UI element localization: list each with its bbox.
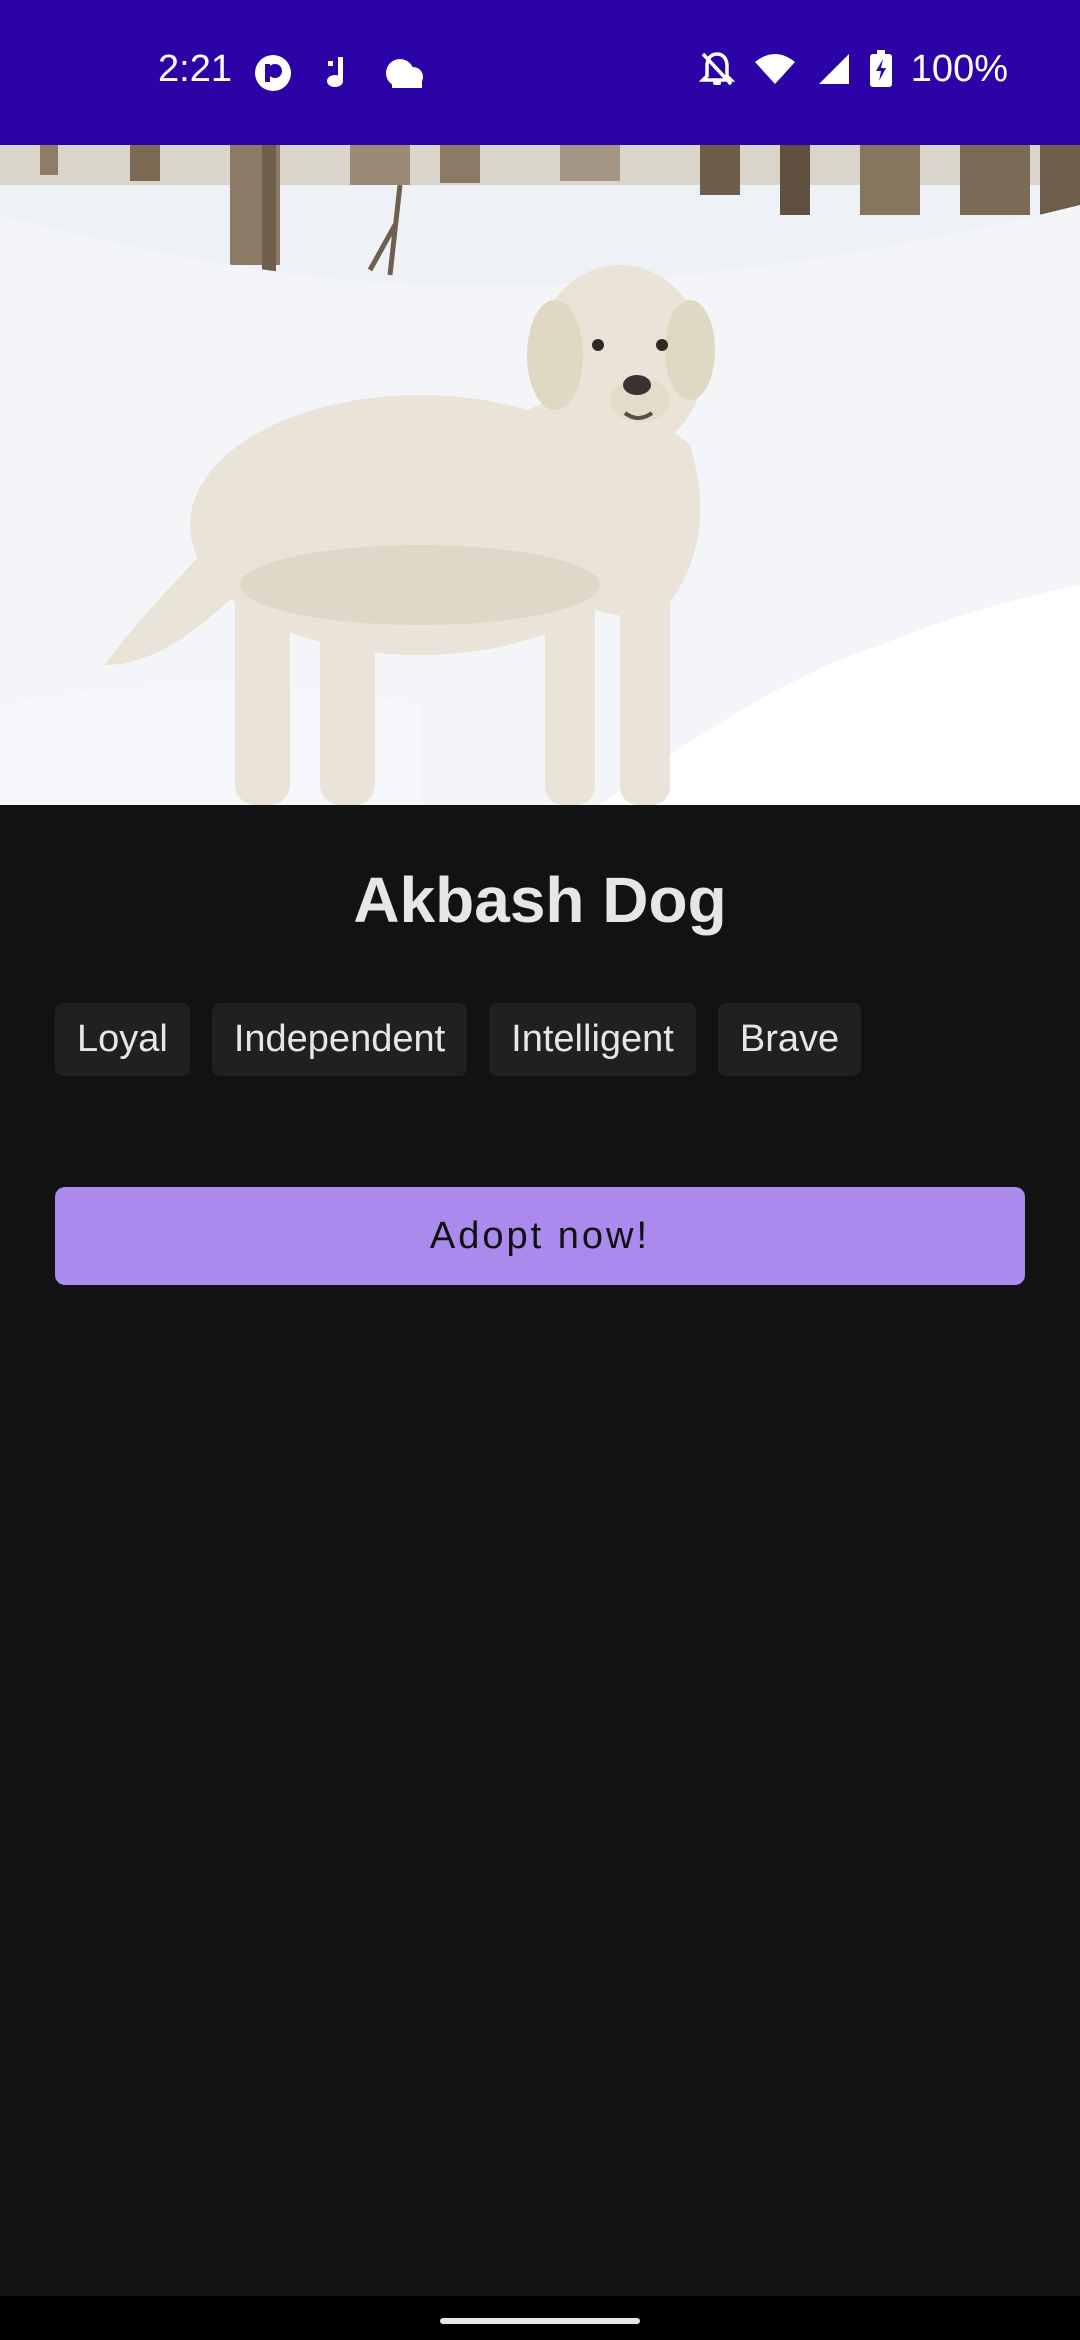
dog-details-screen: 2:21 100% Akbash Dog Loyal Independent I… (0, 0, 1080, 2340)
trait-chips: Loyal Independent Intelligent Brave (55, 1003, 862, 1076)
pocket-casts-icon (254, 54, 292, 92)
status-time: 2:21 (158, 48, 232, 90)
signal-icon (815, 52, 851, 86)
music-note-icon (324, 55, 350, 91)
trait-chip: Intelligent (489, 1003, 696, 1076)
bell-off-icon (698, 50, 735, 88)
cloud-icon (382, 56, 426, 90)
trait-chip: Loyal (55, 1003, 190, 1076)
trait-chip: Brave (717, 1003, 862, 1076)
wifi-icon (753, 52, 797, 86)
dog-name-title: Akbash Dog (353, 864, 727, 936)
dog-photo (0, 145, 1080, 805)
trait-chip: Independent (211, 1003, 468, 1076)
adopt-now-button[interactable]: Adopt now! (55, 1187, 1025, 1285)
home-gesture-handle[interactable] (440, 2318, 640, 2324)
battery-charging-icon (869, 50, 893, 88)
navigation-bar (0, 2296, 1080, 2340)
status-bar: 2:21 100% (0, 0, 1080, 145)
system-icons: 100% (698, 48, 1008, 90)
battery-percentage: 100% (910, 48, 1008, 90)
notification-icons (254, 54, 426, 92)
